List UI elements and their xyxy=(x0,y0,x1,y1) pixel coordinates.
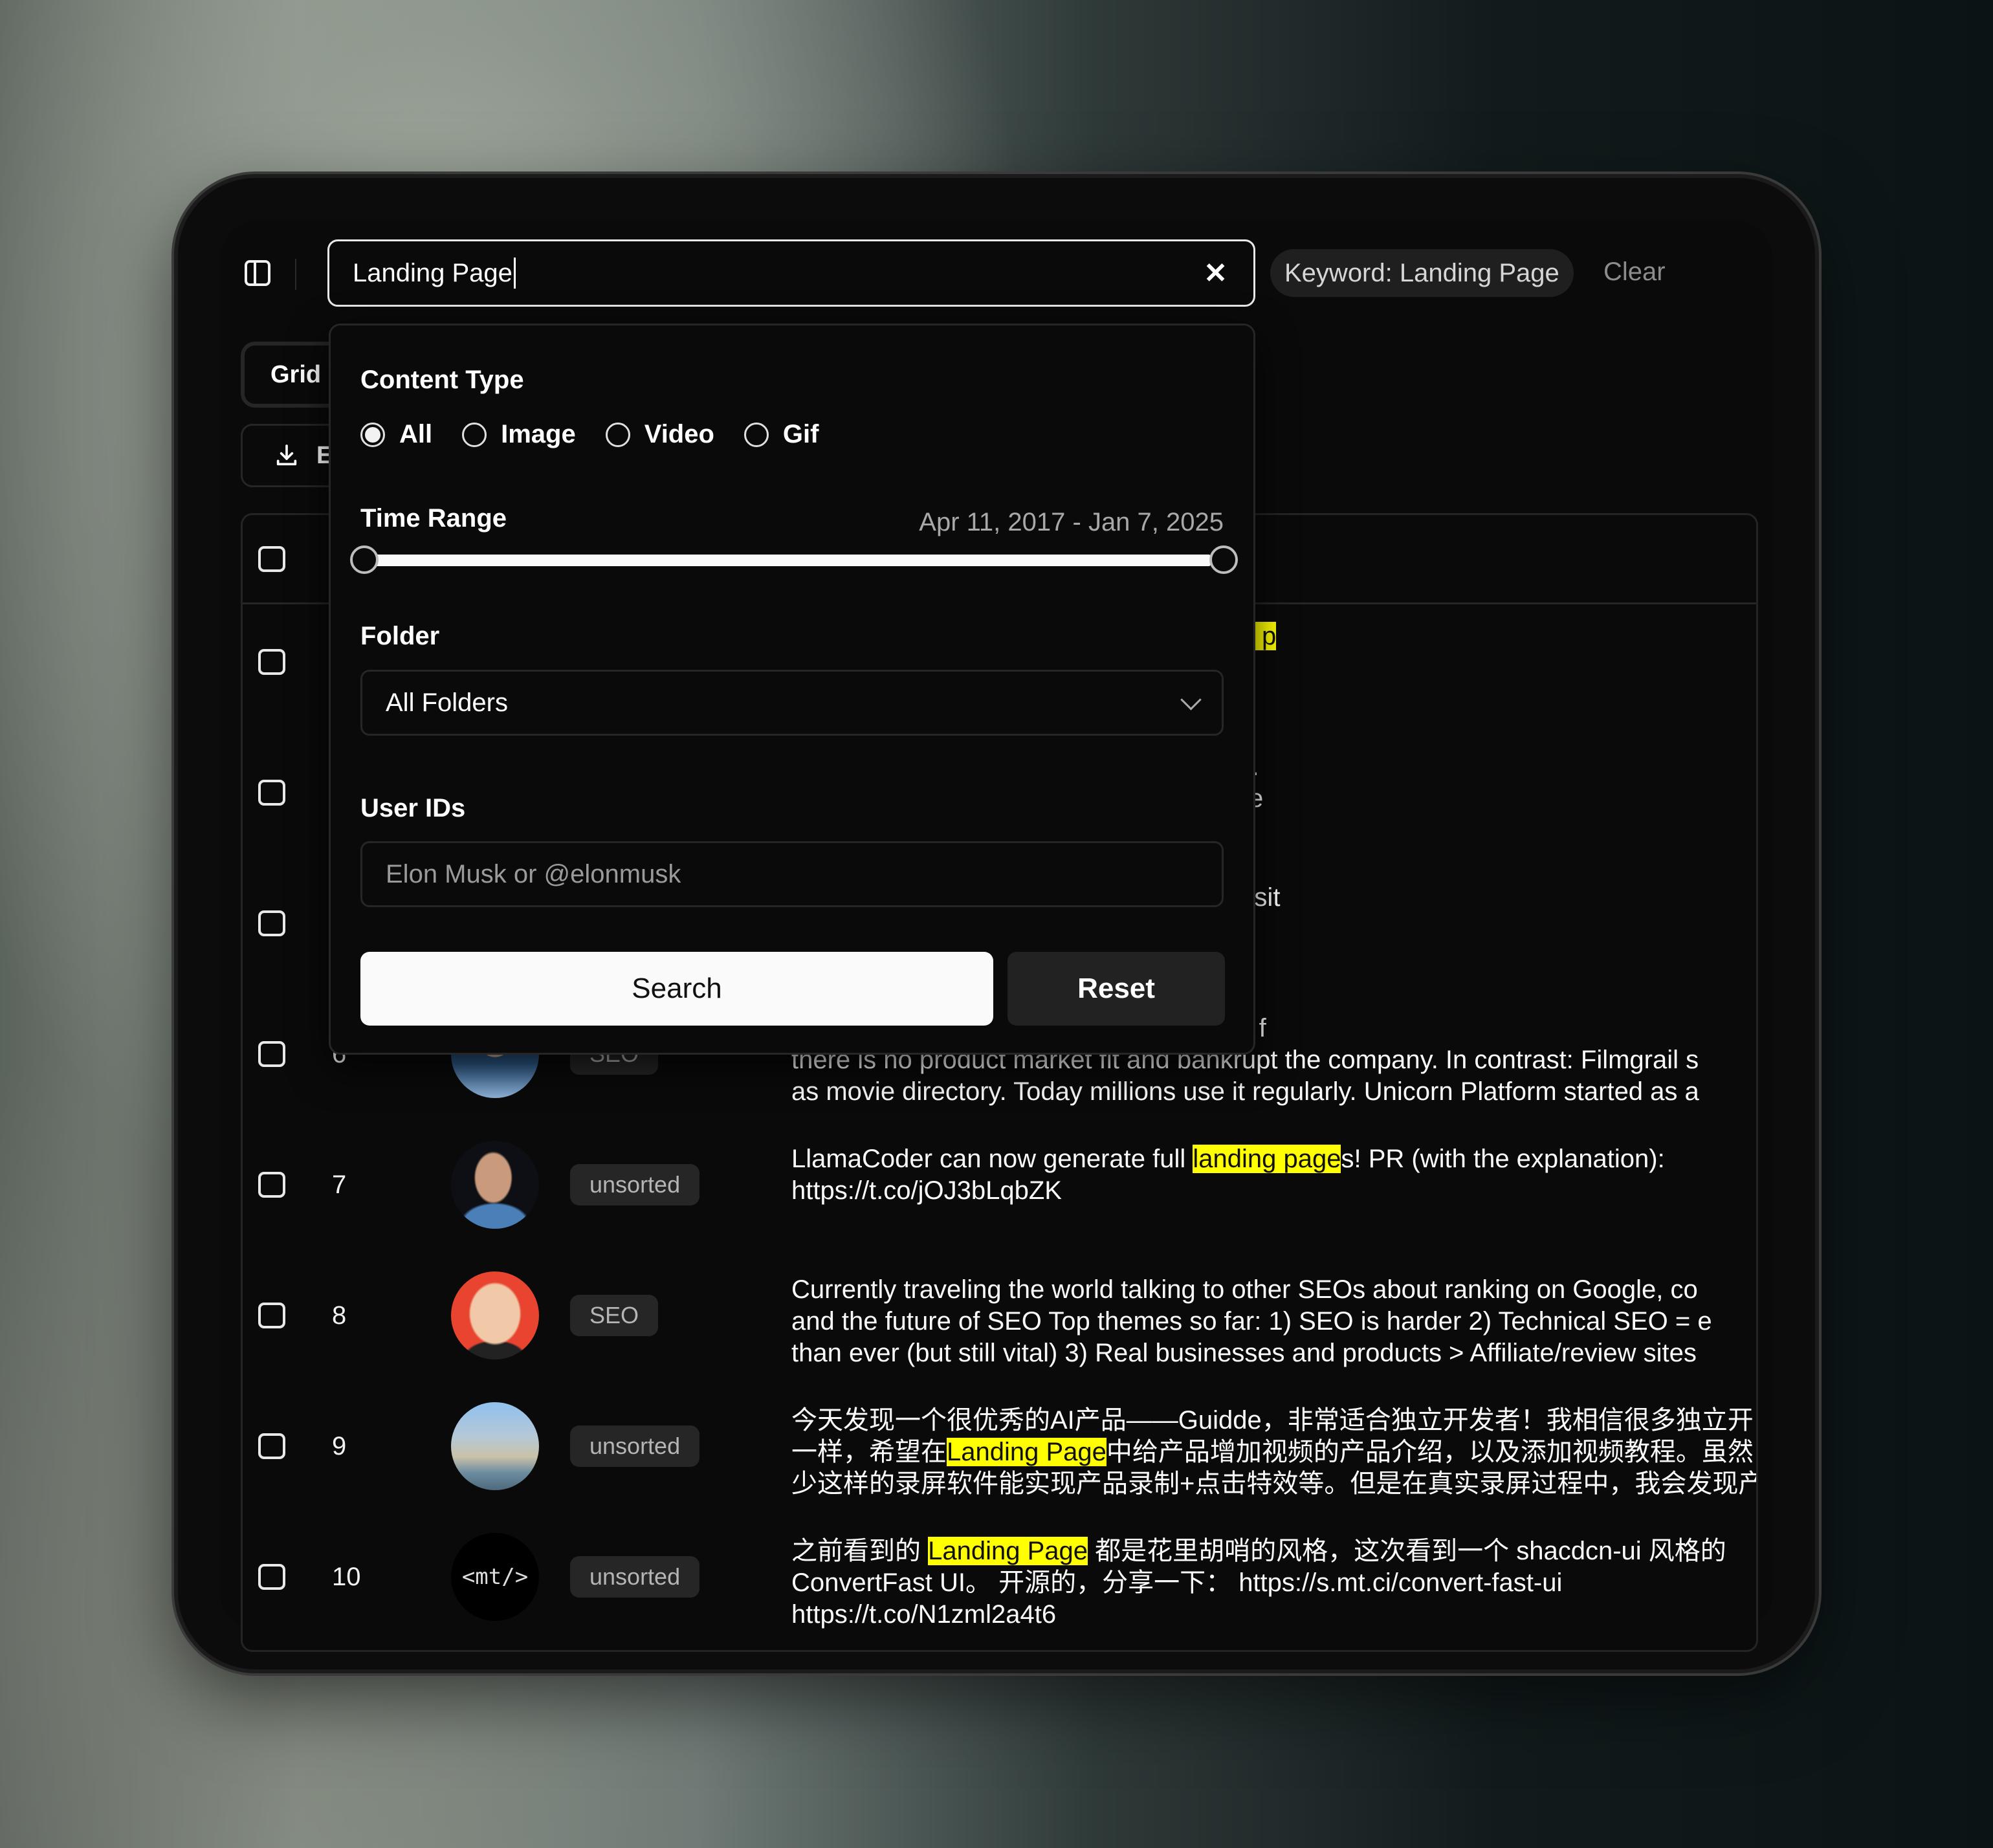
row-checkbox[interactable] xyxy=(258,1564,285,1590)
text-segment: 今天发现一个很优秀的AI产品——Guidde，非常适合独立开发者！我相信很多独立… xyxy=(791,1406,1754,1435)
content-type-label: Content Type xyxy=(360,366,524,394)
row-checkbox[interactable] xyxy=(258,1172,285,1198)
radio-dot-icon xyxy=(743,422,769,447)
row-index: 7 xyxy=(332,1171,347,1199)
chevron-down-icon xyxy=(1180,688,1202,710)
time-range-start-handle[interactable] xyxy=(350,545,379,574)
time-range-slider-track[interactable] xyxy=(373,555,1211,566)
row-index: 8 xyxy=(332,1301,347,1330)
radio-label: All xyxy=(399,420,433,448)
radio-dot-icon xyxy=(360,422,385,447)
row-index: 10 xyxy=(332,1563,361,1591)
avatar: <mt/> xyxy=(451,1533,539,1621)
table-row[interactable]: 8 SEO Currently traveling the world talkin… xyxy=(243,1256,1756,1385)
tweet-text-line: 少这样的录屏软件能实现产品录制+点击特效等。但是在真实录屏过程中，我会发现产 xyxy=(791,1469,1756,1498)
time-range-label: Time Range xyxy=(360,504,507,533)
clear-filters-button[interactable]: Clear xyxy=(1603,258,1666,287)
tweet-text: LlamaCoder can now generate full landing… xyxy=(791,1143,1756,1207)
row-checkbox[interactable] xyxy=(258,1303,285,1328)
user-ids-input[interactable]: Elon Musk or @elonmusk xyxy=(360,841,1224,907)
folder-select-value: All Folders xyxy=(386,688,508,717)
keyword-highlight: landing page xyxy=(1193,1145,1341,1173)
tweet-text: 今天发现一个很优秀的AI产品——Guidde，非常适合独立开发者！我相信很多独立… xyxy=(791,1405,1756,1500)
radio-label: Image xyxy=(501,420,576,448)
radio-video[interactable]: Video xyxy=(605,420,714,449)
text-segment: s! PR (with the explanation): xyxy=(1341,1145,1665,1173)
text-segment: LlamaCoder can now generate full xyxy=(791,1145,1193,1173)
tweet-text-line: ConvertFast UI。 开源的，分享一下： https://s.mt.c… xyxy=(791,1568,1563,1597)
row-index: 9 xyxy=(332,1432,347,1460)
tweet-text-line: LlamaCoder can now generate full landing… xyxy=(791,1143,1756,1175)
tweet-text-line: and the future of SEO Top themes so far:… xyxy=(791,1307,1712,1336)
keyword-highlight: Landing Page xyxy=(947,1438,1107,1466)
radio-dot-icon xyxy=(462,422,487,447)
keyword-filter-chip[interactable]: Keyword: Landing Page xyxy=(1270,249,1574,297)
clear-search-icon[interactable]: ✕ xyxy=(1204,259,1228,288)
tweet-text-line: Currently traveling the world talking to… xyxy=(791,1274,1756,1306)
row-checkbox[interactable] xyxy=(258,649,285,675)
user-ids-label: User IDs xyxy=(360,794,466,822)
table-row[interactable]: 9 unsorted 今天发现一个很优秀的AI产品——Guidde，非常适合独立开发… xyxy=(243,1387,1756,1516)
folder-badge[interactable]: SEO xyxy=(570,1295,659,1336)
tweet-text-line: 一样，希望在Landing Page中给产品增加视频的产品介绍，以及添加视频教程… xyxy=(791,1436,1756,1468)
toolbar-divider xyxy=(295,259,296,290)
avatar xyxy=(451,1141,539,1229)
avatar-logo-text: <mt/> xyxy=(461,1564,529,1590)
folder-badge[interactable]: unsorted xyxy=(570,1556,700,1598)
keyword-chip-label: Keyword: Landing Page xyxy=(1284,258,1559,287)
radio-all[interactable]: All xyxy=(360,420,432,449)
row-checkbox[interactable] xyxy=(258,910,285,936)
grid-view-label: Grid xyxy=(270,360,322,388)
folder-badge[interactable]: unsorted xyxy=(570,1425,700,1467)
tweet-text-line: 之前看到的 Landing Page 都是花里胡哨的风格，这次看到一个 shac… xyxy=(791,1535,1756,1567)
select-all-checkbox[interactable] xyxy=(258,546,285,572)
keyword-highlight: Landing Page xyxy=(928,1537,1088,1565)
text-segment: 之前看到的 xyxy=(791,1537,929,1565)
reset-button[interactable]: Reset xyxy=(1008,952,1225,1026)
search-input-value: Landing Page xyxy=(353,258,512,287)
filter-popover: Content Type All Image Video Gif Time Ra… xyxy=(329,324,1255,1055)
time-range-value: Apr 11, 2017 - Jan 7, 2025 xyxy=(919,508,1224,536)
tweet-text-line: than ever (but still vital) 3) Real busi… xyxy=(791,1339,1697,1367)
search-input[interactable]: Landing Page ✕ xyxy=(327,239,1255,307)
text-segment: Currently traveling the world talking to… xyxy=(791,1275,1698,1304)
user-ids-placeholder: Elon Musk or @elonmusk xyxy=(386,859,681,888)
text-segment: 一样，希望在 xyxy=(791,1438,947,1466)
folder-select[interactable]: All Folders xyxy=(360,670,1224,736)
folder-badge[interactable]: unsorted xyxy=(570,1164,700,1205)
download-icon xyxy=(276,445,297,466)
row-checkbox[interactable] xyxy=(258,1433,285,1459)
row-checkbox[interactable] xyxy=(258,780,285,806)
radio-image[interactable]: Image xyxy=(462,420,576,449)
tweet-text-line: https://t.co/N1zml2a4t6 xyxy=(791,1600,1057,1629)
tweet-text-line: 今天发现一个很优秀的AI产品——Guidde，非常适合独立开发者！我相信很多独立… xyxy=(791,1405,1756,1436)
radio-dot-icon xyxy=(605,422,630,447)
radio-label: Video xyxy=(644,420,714,448)
table-row[interactable]: 7 unsorted LlamaCoder can now generate ful… xyxy=(243,1125,1756,1255)
table-row[interactable]: 10 <mt/> unsorted 之前看到的 Landing Page 都是花里胡哨… xyxy=(243,1517,1756,1647)
tweet-text-line: as movie directory. Today millions use i… xyxy=(791,1077,1699,1106)
tweet-text-line: https://t.co/jOJ3bLqbZK xyxy=(791,1176,1062,1205)
tweet-text: Currently traveling the world talking to… xyxy=(791,1274,1756,1369)
radio-gif[interactable]: Gif xyxy=(743,420,819,449)
content-type-radio-group: All Image Video Gif xyxy=(360,420,848,449)
text-segment: 中给产品增加视频的产品介绍，以及添加视频教程。虽然 xyxy=(1106,1438,1754,1466)
avatar xyxy=(451,1402,539,1490)
search-button[interactable]: Search xyxy=(360,952,993,1026)
folder-label: Folder xyxy=(360,622,440,650)
avatar xyxy=(451,1271,539,1359)
text-caret xyxy=(513,258,516,289)
text-segment: 都是花里胡哨的风格，这次看到一个 shacdcn-ui 风格的 xyxy=(1088,1537,1726,1565)
radio-label: Gif xyxy=(782,420,819,448)
time-range-end-handle[interactable] xyxy=(1209,545,1238,574)
sidebar-toggle-icon[interactable] xyxy=(245,260,270,286)
tweet-text: 之前看到的 Landing Page 都是花里胡哨的风格，这次看到一个 shac… xyxy=(791,1535,1756,1631)
row-checkbox[interactable] xyxy=(258,1041,285,1067)
